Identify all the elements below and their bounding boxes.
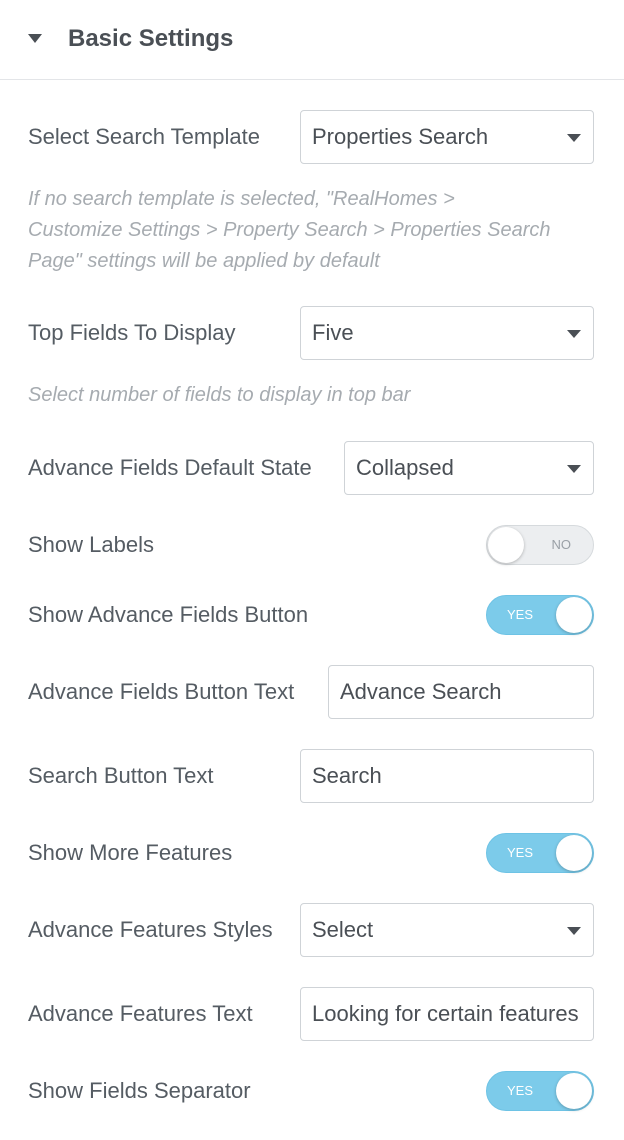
toggle-state: NO xyxy=(551,537,572,552)
description-line: Page" settings will be applied by defaul… xyxy=(28,250,380,272)
advance-default-state-row: Advance Fields Default State Collapsed xyxy=(0,441,624,495)
search-button-text-row: Search Button Text Search xyxy=(0,749,624,803)
toggle-knob xyxy=(556,597,592,633)
show-more-features-label: Show More Features xyxy=(28,840,233,865)
advance-features-styles-row: Advance Features Styles Select xyxy=(0,903,624,957)
basic-settings-header[interactable]: Basic Settings xyxy=(0,0,624,80)
advance-button-text-value: Advance Search xyxy=(340,679,502,704)
show-advance-button-toggle[interactable]: YES xyxy=(486,595,594,635)
caret-down-icon[interactable] xyxy=(28,34,42,43)
advance-features-text-value: Looking for certain features xyxy=(312,1001,579,1026)
show-labels-row: Show Labels NO xyxy=(0,525,624,565)
top-fields-value: Five xyxy=(312,320,354,345)
toggle-state: YES xyxy=(507,845,534,860)
show-labels-label: Show Labels xyxy=(28,532,154,557)
search-template-select[interactable]: Properties Search xyxy=(300,110,594,164)
section-title: Basic Settings xyxy=(68,25,234,52)
search-button-text-label: Search Button Text xyxy=(28,763,214,788)
top-fields-description: Select number of fields to display in to… xyxy=(28,384,411,406)
advance-button-text-row: Advance Fields Button Text Advance Searc… xyxy=(0,665,624,719)
show-advance-button-label: Show Advance Fields Button xyxy=(28,602,309,627)
toggle-state: YES xyxy=(507,1083,534,1098)
toggle-knob xyxy=(488,527,524,563)
dropdown-arrow-icon xyxy=(567,134,581,142)
dropdown-arrow-icon xyxy=(567,465,581,473)
advance-default-state-label: Advance Fields Default State xyxy=(28,455,312,480)
advance-features-text-row: Advance Features Text Looking for certai… xyxy=(0,987,624,1041)
search-template-label: Select Search Template xyxy=(28,124,260,149)
show-fields-separator-row: Show Fields Separator YES xyxy=(0,1071,624,1111)
show-advance-button-row: Show Advance Fields Button YES xyxy=(0,595,624,635)
toggle-knob xyxy=(556,1073,592,1109)
advance-default-state-select[interactable]: Collapsed xyxy=(344,441,594,495)
show-more-features-toggle[interactable]: YES xyxy=(486,833,594,873)
advance-features-styles-select[interactable]: Select xyxy=(300,903,594,957)
top-fields-label: Top Fields To Display xyxy=(28,320,236,345)
show-fields-separator-label: Show Fields Separator xyxy=(28,1078,251,1103)
advance-default-state-value: Collapsed xyxy=(356,455,454,480)
top-fields-select[interactable]: Five xyxy=(300,306,594,360)
advance-button-text-input[interactable]: Advance Search xyxy=(328,665,594,719)
dropdown-arrow-icon xyxy=(567,927,581,935)
description-line: If no search template is selected, "Real… xyxy=(28,188,455,210)
search-template-description: If no search template is selected, "Real… xyxy=(28,184,550,277)
advance-features-text-label: Advance Features Text xyxy=(28,1001,253,1026)
toggle-state: YES xyxy=(507,607,534,622)
search-template-value: Properties Search xyxy=(312,124,489,149)
advance-features-styles-value: Select xyxy=(312,917,374,942)
toggle-knob xyxy=(556,835,592,871)
advance-button-text-label: Advance Fields Button Text xyxy=(28,679,295,704)
dropdown-arrow-icon xyxy=(567,330,581,338)
description-line: Customize Settings > Property Search > P… xyxy=(28,219,551,241)
show-labels-toggle[interactable]: NO xyxy=(486,525,594,565)
search-template-row: Select Search Template Properties Search xyxy=(0,110,624,164)
search-button-text-input[interactable]: Search xyxy=(300,749,594,803)
search-button-text-value: Search xyxy=(312,763,382,788)
advance-features-styles-label: Advance Features Styles xyxy=(28,917,273,942)
advance-features-text-input[interactable]: Looking for certain features xyxy=(300,987,594,1041)
show-more-features-row: Show More Features YES xyxy=(0,833,624,873)
show-fields-separator-toggle[interactable]: YES xyxy=(486,1071,594,1111)
top-fields-row: Top Fields To Display Five xyxy=(0,306,624,360)
